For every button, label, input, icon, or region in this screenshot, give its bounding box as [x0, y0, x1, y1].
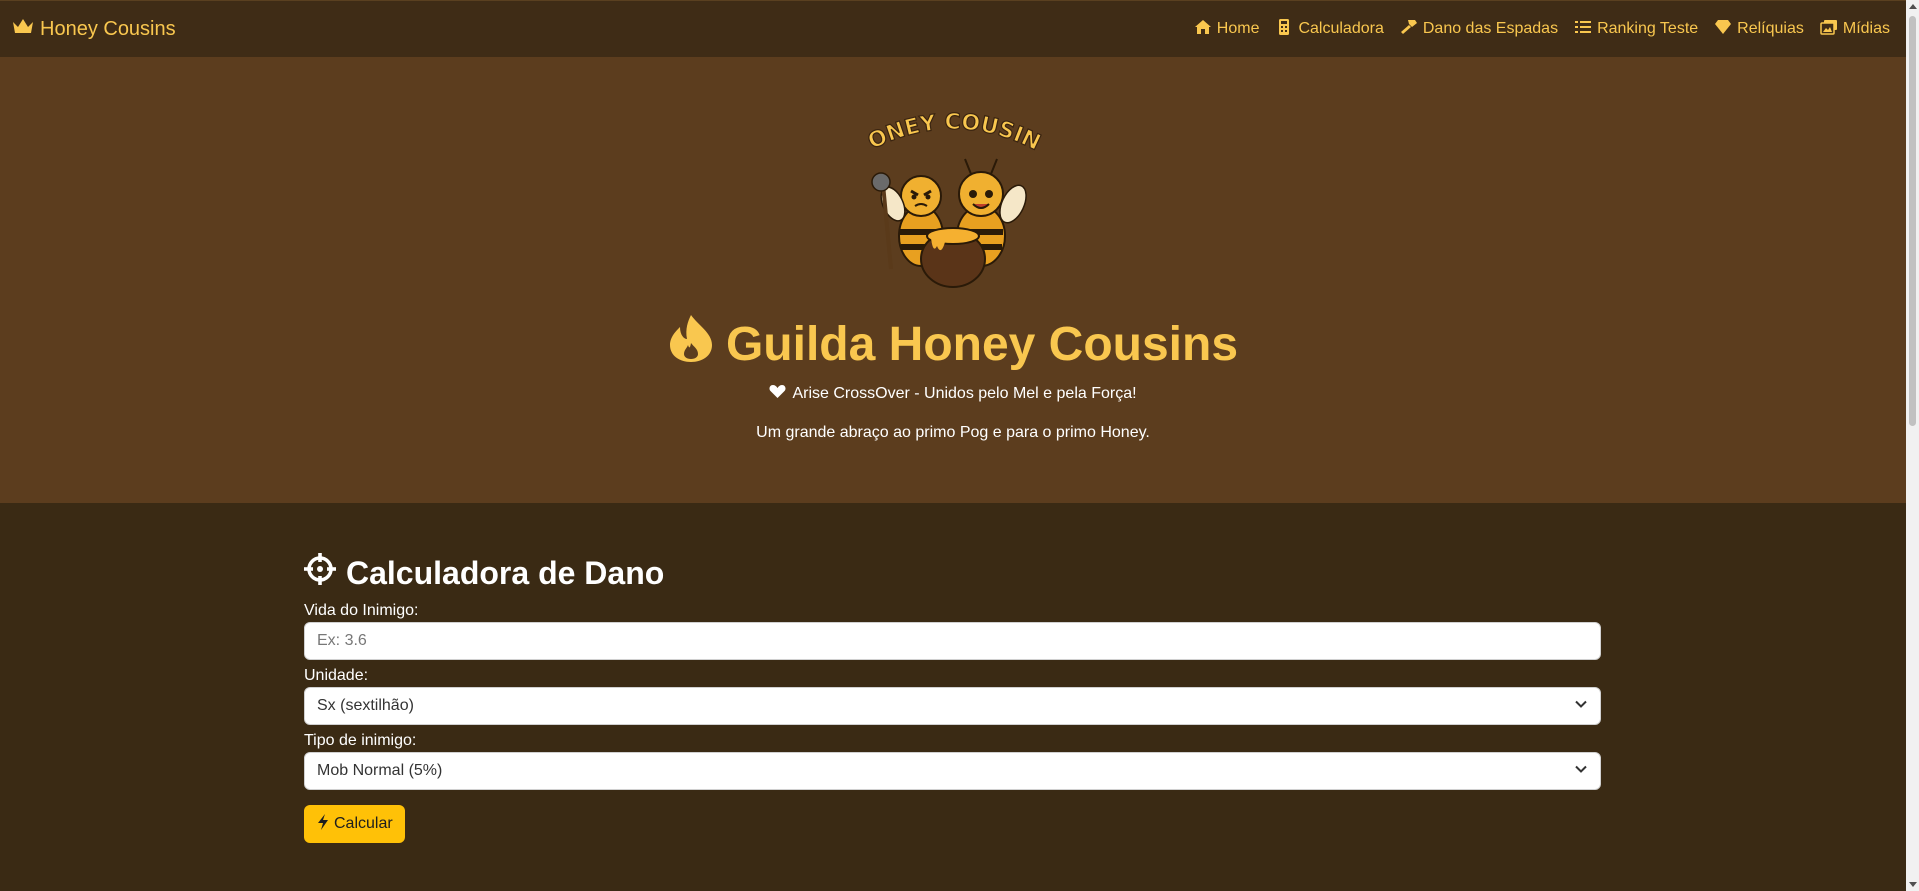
enemy-type-select[interactable]: Mob Normal (5%) — [304, 752, 1601, 790]
brand-name: Honey Cousins — [40, 17, 176, 40]
heart-icon — [769, 384, 786, 404]
top-navbar: Honey Cousins Home Calculadora Dano das … — [0, 0, 1906, 57]
damage-calculator: Calculadora de Dano Vida do Inimigo: Ex:… — [304, 551, 1601, 843]
scroll-up-icon[interactable] — [1909, 4, 1917, 9]
home-icon — [1194, 19, 1212, 40]
page-scrollbar[interactable] — [1906, 0, 1919, 891]
crown-icon — [12, 16, 34, 42]
nav-item-ranking-teste[interactable]: Ranking Teste — [1574, 19, 1698, 40]
gem-icon — [1714, 19, 1732, 40]
brand-link[interactable]: Honey Cousins — [12, 16, 176, 42]
unit-label: Unidade: — [304, 667, 369, 684]
list-icon — [1574, 19, 1592, 40]
svg-text:HONEY COUSINS: HONEY COUSINS — [853, 104, 1044, 156]
nav-item-home[interactable]: Home — [1194, 19, 1260, 40]
calculator-icon — [1275, 18, 1293, 40]
bolt-icon — [316, 813, 330, 835]
enemy-life-input[interactable]: Ex: 3.6 — [304, 622, 1601, 660]
enemy-type-select-value: Mob Normal (5%) — [317, 762, 443, 779]
calculator-heading: Calculadora de Dano — [304, 551, 1601, 595]
enemy-type-label: Tipo de inimigo: — [304, 732, 417, 749]
unit-select-value: Sx (sextilhão) — [317, 697, 414, 714]
enemy-life-label: Vida do Inimigo: — [304, 602, 419, 619]
hero-subtitle: Arise CrossOver - Unidos pelo Mel e pela… — [0, 384, 1906, 404]
enemy-life-placeholder: Ex: 3.6 — [317, 632, 367, 649]
nav-item-midias[interactable]: Mídias — [1820, 19, 1890, 40]
fire-icon — [668, 313, 714, 375]
nav-item-label: Home — [1216, 20, 1260, 37]
unit-select[interactable]: Sx (sextilhão) — [304, 687, 1601, 725]
images-icon — [1820, 19, 1838, 40]
calculate-button[interactable]: Calcular — [304, 805, 405, 843]
hero-note: Um grande abraço ao primo Pog e para o p… — [756, 424, 1150, 441]
nav-item-label: Relíquias — [1737, 20, 1804, 37]
scroll-thumb[interactable] — [1909, 16, 1916, 426]
nav-item-calculadora[interactable]: Calculadora — [1275, 18, 1384, 40]
guild-logo: HONEY COUSINS — [843, 84, 1053, 294]
page-title-text: Guilda Honey Cousins — [725, 317, 1239, 371]
crosshairs-icon — [304, 553, 336, 593]
nav-item-label: Ranking Teste — [1597, 20, 1699, 37]
hammer-icon — [1400, 19, 1418, 40]
nav-item-label: Calculadora — [1298, 20, 1384, 37]
nav-item-label: Mídias — [1842, 20, 1890, 37]
nav-item-label: Dano das Espadas — [1422, 20, 1559, 37]
nav-item-dano-das-espadas[interactable]: Dano das Espadas — [1400, 19, 1558, 40]
page-title: Guilda Honey Cousins — [0, 313, 1906, 375]
chevron-down-icon — [1574, 762, 1588, 781]
calculator-title: Calculadora de Dano — [346, 554, 665, 591]
nav-item-reliquias[interactable]: Relíquias — [1714, 19, 1804, 40]
chevron-down-icon — [1574, 697, 1588, 716]
calculate-button-label: Calcular — [334, 815, 393, 832]
hero-subtitle-text: Arise CrossOver - Unidos pelo Mel e pela… — [792, 385, 1137, 402]
nav-links: Home Calculadora Dano das Espadas Rankin… — [1194, 18, 1894, 40]
scroll-down-icon[interactable] — [1909, 882, 1917, 887]
hero-section: HONEY COUSINS — [0, 57, 1906, 503]
